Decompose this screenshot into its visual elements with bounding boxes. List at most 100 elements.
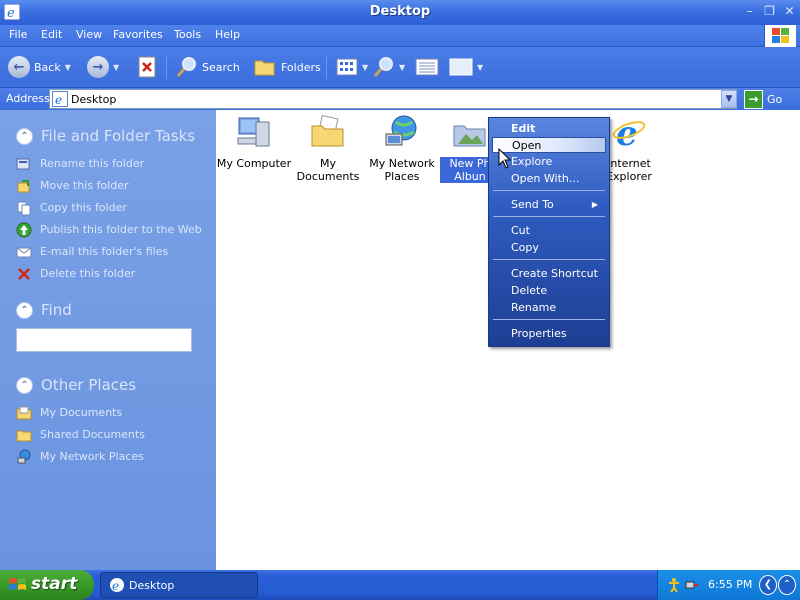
magnifier-icon [373,57,393,77]
tray-up-arrow-icon[interactable]: ⌃ [778,575,796,595]
icon-label-line2: Places [384,170,420,183]
find-input[interactable] [16,328,192,352]
search-button[interactable]: Search [176,55,240,79]
address-input[interactable]: e Desktop [49,89,737,109]
file-folder-tasks-header[interactable]: ⌃ File and Folder Tasks [12,124,204,148]
forward-button[interactable]: → ▼ [87,55,119,79]
menu-separator [493,259,605,260]
task-copy-folder[interactable]: Copy this folder [12,198,204,220]
taskbar-button-desktop[interactable]: e Desktop [100,572,258,598]
find-header[interactable]: ⌃ Find [12,298,204,322]
chevron-down-icon[interactable]: ▼ [113,63,119,72]
file-folder-tasks-section: ⌃ File and Folder Tasks Rename this fold… [12,124,204,286]
search-icon [176,57,196,77]
place-shared-documents[interactable]: Shared Documents [12,425,204,447]
context-menu-send-to[interactable]: Send To ▶ [492,197,606,213]
photo-album-icon [453,125,486,147]
tray-accessibility-icon[interactable] [666,577,682,593]
toolbar: ← Back ▼ → ▼ Search Folders ▼ ▼ ▼ [0,47,800,88]
zoom-button[interactable]: ▼ [373,55,405,79]
context-menu-cut[interactable]: Cut [492,223,606,239]
delete-button[interactable] [137,55,157,79]
menu-favorites[interactable]: Favorites [113,28,163,41]
tray-network-icon[interactable] [684,577,700,593]
menu-help[interactable]: Help [215,28,240,41]
task-rename-folder[interactable]: Rename this folder [12,154,204,176]
menu-edit[interactable]: Edit [41,28,62,41]
minimize-button[interactable]: – [741,3,758,19]
tray-back-arrow-icon[interactable]: ❮ [759,575,777,595]
context-menu-edit[interactable]: Edit [492,121,606,137]
menu-view[interactable]: View [76,28,102,41]
title-bar: e Desktop – ❐ ✕ [0,0,800,25]
back-button[interactable]: ← Back ▼ [8,55,71,79]
folders-button[interactable]: Folders [253,55,321,79]
chevron-down-icon[interactable]: ▼ [399,63,405,72]
task-pane: ⌃ File and Folder Tasks Rename this fold… [0,110,216,570]
back-label: Back [34,60,61,74]
email-icon [16,247,32,258]
context-menu-open-with[interactable]: Open With... [492,171,606,187]
task-publish-web[interactable]: Publish this folder to the Web [12,220,204,242]
other-places-header[interactable]: ⌃ Other Places [12,373,204,397]
task-delete-folder[interactable]: Delete this folder [12,264,204,286]
address-dropdown-icon[interactable]: ▼ [721,90,737,108]
other-places-section: ⌃ Other Places My Documents Shared Docum… [12,373,204,469]
back-arrow-icon: ← [8,56,30,78]
svg-text:e: e [112,579,119,593]
context-menu-create-shortcut[interactable]: Create Shortcut [492,266,606,282]
views-grid-icon [336,58,358,76]
menu-separator [493,216,605,217]
windows-logo-icon [764,25,796,47]
start-label: start [31,574,78,594]
chevron-down-icon[interactable]: ▼ [65,63,71,72]
section-title: Other Places [41,376,137,394]
views-button[interactable]: ▼ [336,55,368,79]
folder-icon [254,60,275,76]
start-button[interactable]: start [0,570,94,600]
ie-icon: e [110,578,124,593]
taskbar: start e Desktop 6:55 PM ❮ ⌃ [0,570,800,600]
address-label: Address [6,92,50,105]
chevron-down-icon[interactable]: ▼ [477,63,483,72]
my-documents-icon [311,114,344,147]
desktop-icon-my-computer[interactable]: My Computer [216,114,292,170]
desktop-icon-my-network-places[interactable]: My Network Places [364,114,440,183]
menu-file[interactable]: File [9,28,27,41]
close-button[interactable]: ✕ [781,3,798,19]
window-icon [449,58,473,76]
find-section: ⌃ Find [12,298,204,352]
icon-label: My Documents [296,157,360,183]
network-places-icon [17,449,31,464]
ie-icon: e [52,91,68,107]
delete-x-icon [18,268,30,280]
restore-button[interactable]: ❐ [761,3,778,19]
place-my-network-places[interactable]: My Network Places [12,447,204,469]
context-menu-properties[interactable]: Properties [492,326,606,342]
fullscreen-button[interactable]: ▼ [449,55,483,79]
task-move-folder[interactable]: Move this folder [12,176,204,198]
place-my-documents[interactable]: My Documents [12,403,204,425]
go-button[interactable]: → Go [744,89,782,109]
folders-label: Folders [281,60,321,74]
rename-icon [16,158,30,170]
chevron-up-icon[interactable]: ⌃ [16,302,33,319]
chevron-up-icon[interactable]: ⌃ [16,377,33,394]
globe-publish-icon [16,222,32,238]
toolbar-separator [166,55,167,79]
toolbar-separator [326,55,327,79]
chevron-down-icon[interactable]: ▼ [362,63,368,72]
internet-explorer-icon: e [612,114,646,154]
forward-arrow-icon: → [87,56,109,78]
desktop-icon-my-documents[interactable]: My Documents [290,114,366,183]
context-menu-delete[interactable]: Delete [492,283,606,299]
clock: 6:55 PM [708,578,753,591]
chevron-up-icon[interactable]: ⌃ [16,128,33,145]
details-view-button[interactable] [415,55,439,79]
menu-tools[interactable]: Tools [174,28,201,41]
context-menu-copy[interactable]: Copy [492,240,606,256]
mouse-cursor-icon [498,148,512,169]
icon-label: My Network [369,157,435,170]
task-email-files[interactable]: E-mail this folder's files [12,242,204,264]
context-menu-rename[interactable]: Rename [492,300,606,316]
